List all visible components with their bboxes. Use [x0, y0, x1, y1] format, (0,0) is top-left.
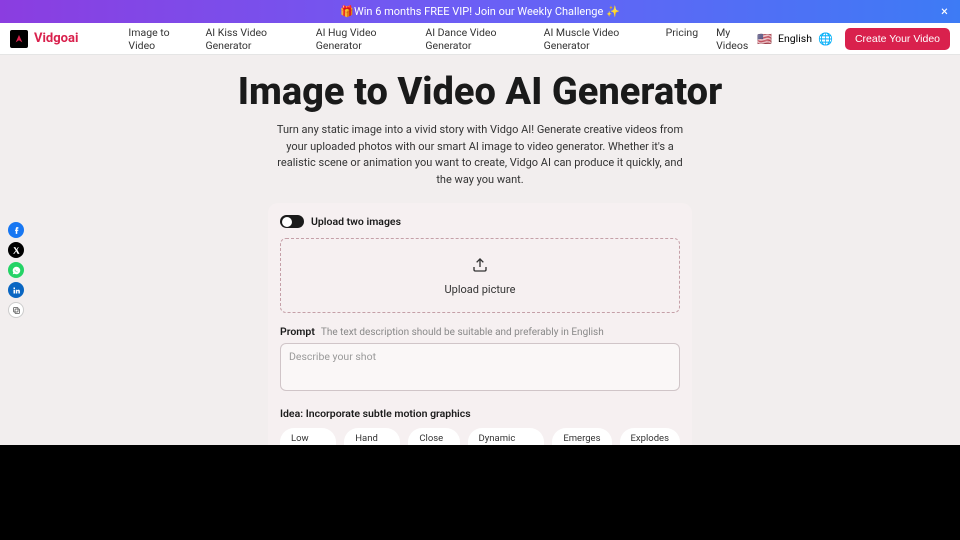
nav-menu: Image to Video AI Kiss Video Generator A…: [128, 26, 757, 52]
page-title: Image to Video AI Generator: [0, 70, 960, 114]
create-video-button[interactable]: Create Your Video: [845, 28, 950, 50]
upload-icon: [281, 257, 679, 277]
x-share-icon[interactable]: [8, 242, 24, 258]
logo-icon[interactable]: [10, 30, 28, 48]
nav-my-videos[interactable]: My Videos: [716, 26, 757, 52]
nav-image-to-video[interactable]: Image to Video: [128, 26, 187, 52]
upload-text: Upload picture: [281, 283, 679, 296]
social-share-bar: [8, 222, 24, 318]
copy-link-icon[interactable]: [8, 302, 24, 318]
language-label: English: [778, 32, 812, 45]
flag-icon: 🇺🇸: [757, 32, 772, 46]
whatsapp-share-icon[interactable]: [8, 262, 24, 278]
nav-dance[interactable]: AI Dance Video Generator: [425, 26, 525, 52]
nav-hug[interactable]: AI Hug Video Generator: [316, 26, 408, 52]
nav-pricing[interactable]: Pricing: [666, 26, 698, 52]
facebook-share-icon[interactable]: [8, 222, 24, 238]
prompt-hint: The text description should be suitable …: [321, 327, 604, 338]
page-description: Turn any static image into a vivid story…: [270, 122, 690, 188]
idea-label: Idea:: [280, 407, 306, 420]
globe-icon: 🌐: [818, 32, 833, 46]
idea-suggestion: Idea: Incorporate subtle motion graphics: [280, 407, 680, 420]
prompt-label: Prompt: [280, 325, 315, 338]
language-selector[interactable]: 🇺🇸 English 🌐: [757, 32, 833, 46]
linkedin-share-icon[interactable]: [8, 282, 24, 298]
promo-banner[interactable]: 🎁Win 6 months FREE VIP! Join our Weekly …: [0, 0, 960, 23]
nav-muscle[interactable]: AI Muscle Video Generator: [544, 26, 648, 52]
two-images-toggle[interactable]: [280, 215, 304, 228]
prompt-input[interactable]: [280, 343, 680, 391]
header: Vidgoai Image to Video AI Kiss Video Gen…: [0, 23, 960, 55]
upload-dropzone[interactable]: Upload picture: [280, 238, 680, 313]
nav-kiss[interactable]: AI Kiss Video Generator: [205, 26, 297, 52]
two-images-toggle-row: Upload two images: [280, 215, 680, 228]
banner-text: 🎁Win 6 months FREE VIP! Join our Weekly …: [340, 5, 619, 18]
footer: [0, 445, 960, 540]
close-icon[interactable]: ×: [941, 4, 948, 19]
toggle-label: Upload two images: [311, 215, 401, 228]
prompt-header: Prompt The text description should be su…: [280, 325, 680, 338]
idea-text: Incorporate subtle motion graphics: [306, 407, 471, 420]
brand-name[interactable]: Vidgoai: [34, 31, 78, 46]
